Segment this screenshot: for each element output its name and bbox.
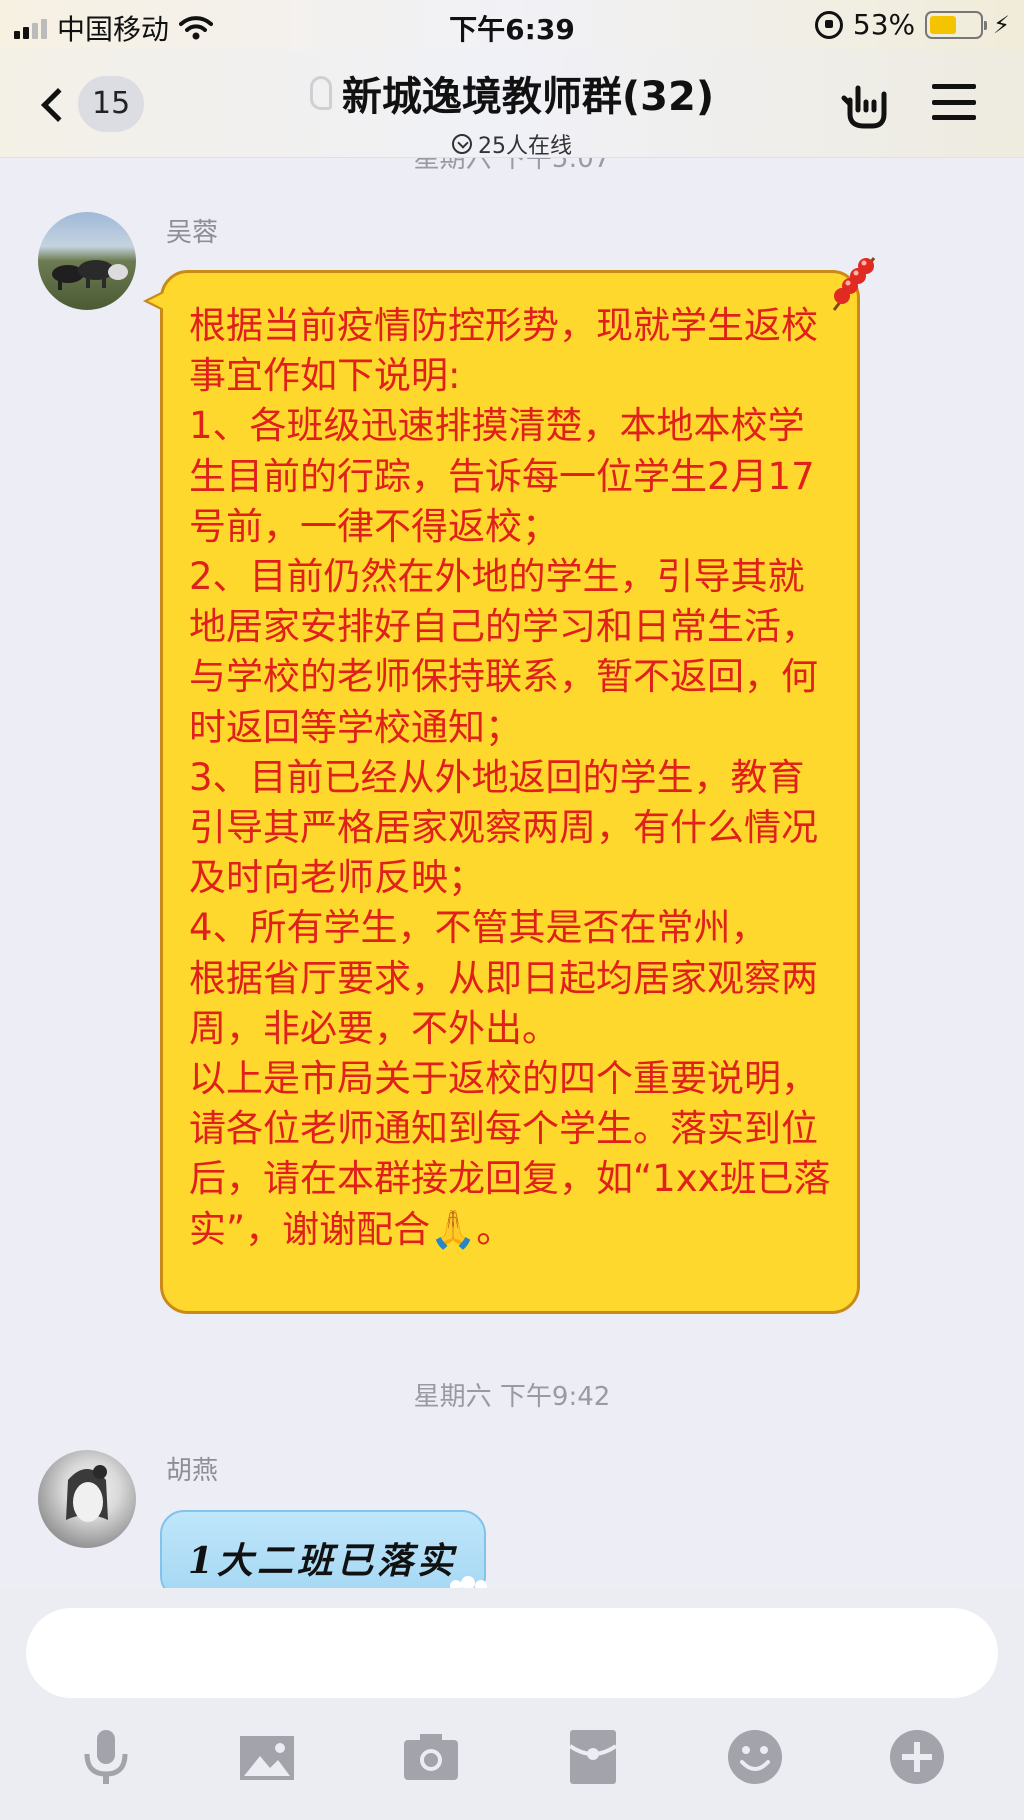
group-name: 新城逸境教师群(32) [341,74,715,120]
timestamp-partial: 星期六 下午5:07 [413,158,611,174]
avatar-wu-rong[interactable] [38,212,136,310]
avatar-hu-yan[interactable] [38,1450,136,1548]
input-area [0,1588,1024,1820]
red-packet-icon[interactable] [562,1726,624,1788]
status-left: 中国移动 [14,8,214,48]
candied-haws-icon [832,257,876,311]
message-bubble[interactable]: 1大二班已落实 [160,1510,486,1588]
sender-name: 胡燕 [166,1456,219,1486]
online-count: 25人在线 [478,134,572,159]
bubble-cloud-deco-icon [450,1576,487,1588]
sender-name: 吴蓉 [166,218,219,248]
emoji-icon[interactable] [724,1726,786,1788]
message-text: 根据当前疫情防控形势，现就学生返校事宜作如下说明: 1、各班级迅速排摸清楚，本地… [189,304,831,1251]
carrier-label: 中国移动 [57,13,170,46]
nav-bar: 15 新城逸境教师群(32) 25人在线 [0,50,1024,160]
camera-icon[interactable] [400,1726,462,1788]
message-bubble[interactable]: 根据当前疫情防控形势，现就学生返校事宜作如下说明: 1、各班级迅速排摸清楚，本地… [143,270,860,1314]
message-text: 1大二班已落实 [188,1540,458,1582]
battery-icon [925,10,988,39]
message-input[interactable] [26,1608,998,1698]
chat-title: 新城逸境教师群(32) [309,64,715,122]
microphone-icon[interactable] [75,1726,137,1788]
image-icon[interactable] [236,1726,298,1788]
portrait-sketch-icon [66,1465,108,1522]
plus-icon[interactable] [886,1726,948,1788]
ear-icon [309,76,332,110]
charging-bolt-icon: ⚡ [993,10,1010,39]
battery-percent: 53% [852,8,916,41]
online-status: 25人在线 [452,128,572,160]
status-bar: 中国移动 下午6:39 53% ⚡ [0,0,1024,50]
online-status-icon [452,134,472,154]
wifi-icon [179,16,214,40]
input-toolbar [0,1726,1024,1806]
signal-icon [14,17,47,39]
menu-icon[interactable] [932,80,976,124]
timestamp: 星期六 下午9:42 [413,1382,611,1412]
cattle-photo-icon [52,260,128,290]
gesture-icon[interactable] [840,80,894,134]
status-right: 53% ⚡ [814,8,1010,41]
rotation-lock-icon [814,10,843,39]
chat-area[interactable]: 星期六 下午5:07 吴蓉 根据当前疫情防控形势，现就学生返校事宜作如下说明: … [0,158,1024,1588]
